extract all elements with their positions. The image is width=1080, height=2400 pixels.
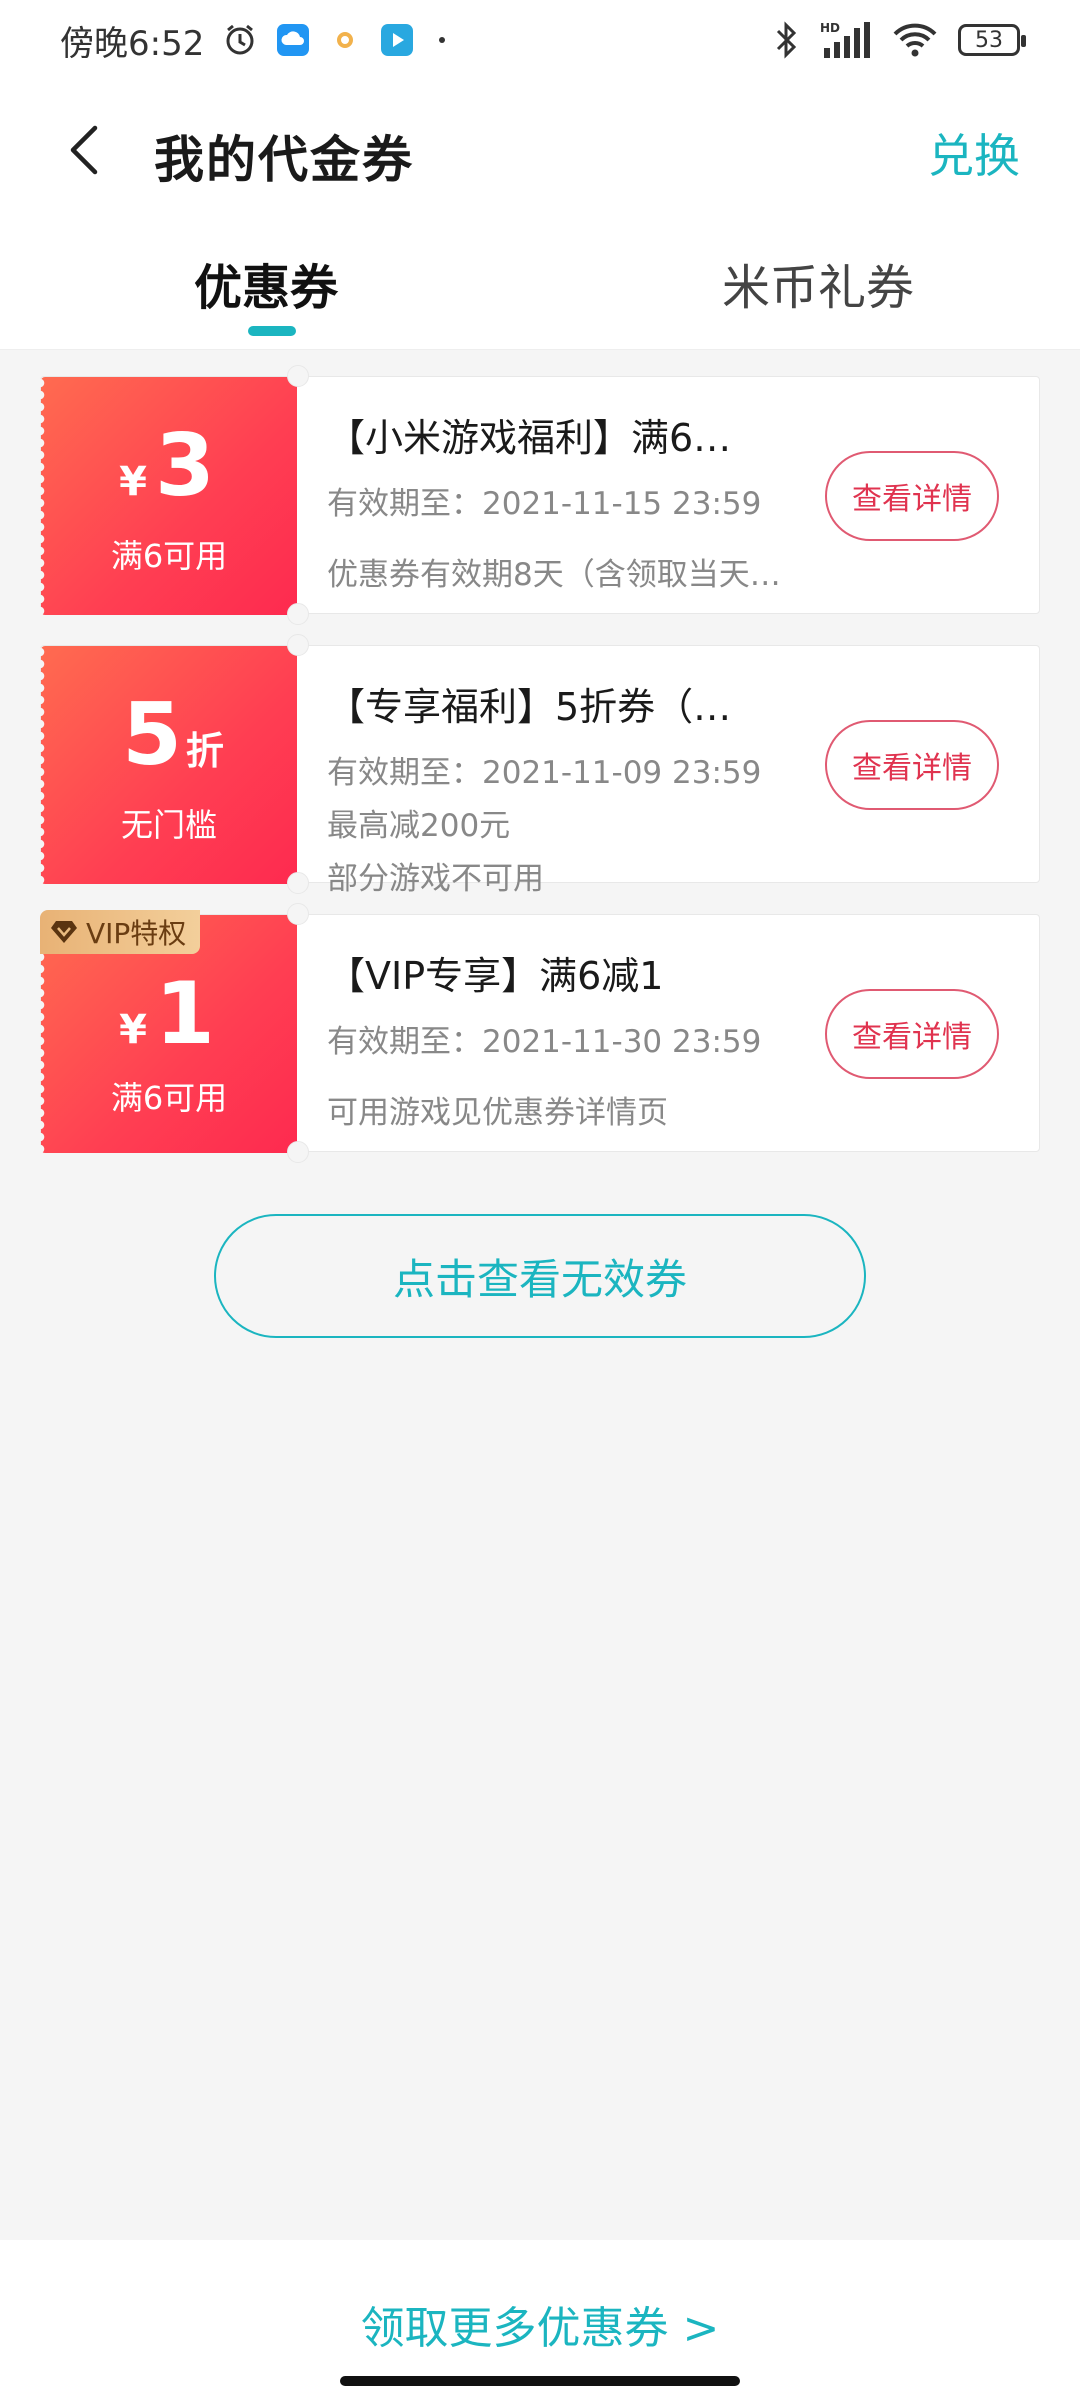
page-title: 我的代金券 [154,131,414,189]
coupon-description: 部分游戏不可用 [327,861,544,897]
coupon-description: 优惠券有效期8天（含领取当天… [327,557,781,593]
coupon-title: 【VIP专享】满6减1 [327,954,664,998]
coupon-currency: ¥ [119,1007,147,1053]
status-bar: 傍晚6:52 HD 53 [0,0,1080,80]
alarm-icon [222,22,258,58]
dot-icon [432,30,452,50]
coupon-condition: 满6可用 [110,537,228,575]
redeem-button[interactable]: 兑换 [928,120,1020,186]
vip-badge-label: VIP特权 [86,917,187,950]
get-more-coupons-link[interactable]: 领取更多优惠券 > [0,2292,1080,2356]
coupon-notch [287,1141,309,1163]
bottom-bar: 领取更多优惠券 > [0,2240,1080,2400]
active-tab-indicator [248,326,296,336]
coupon-value-panel: ¥ 3 满6可用 [40,377,297,615]
coupon-title: 【小米游戏福利】满6… [327,416,732,460]
coupon-amount: 5 [122,685,182,785]
coupon-condition: 无门槛 [120,806,217,844]
ring-icon [328,23,362,57]
battery-icon: 53 [958,24,1026,56]
tab-mibi-gift-coupons[interactable]: 米币礼券 [722,248,914,318]
cloud-icon [276,23,310,57]
view-details-button[interactable]: 查看详情 [825,989,999,1079]
tab-bar: 优惠券 米币礼券 [0,220,1080,350]
network-type-label: HD [820,21,840,35]
coupon-currency: ¥ [119,459,147,505]
tab-coupons[interactable]: 优惠券 [194,248,338,318]
coupon-title: 【专享福利】5折券（… [327,685,732,729]
diamond-icon [51,921,77,943]
coupon-unit: 折 [185,729,224,773]
coupon-notch [287,872,309,894]
app-header: 我的代金券 兑换 [0,80,1080,220]
coupon-notch [287,634,309,656]
coupon-card[interactable]: ¥ 3 满6可用 【小米游戏福利】满6… 有效期至：2021-11-15 23:… [40,365,1040,625]
coupon-expiry: 有效期至：2021-11-15 23:59 [327,486,762,522]
coupon-notch [287,365,309,387]
view-details-button[interactable]: 查看详情 [825,720,999,810]
signal-icon: HD [820,20,872,60]
coupon-amount: 3 [155,416,215,516]
vip-badge: VIP特权 [40,910,201,954]
wifi-icon [892,22,938,58]
coupon-card[interactable]: 5 折 无门槛 【专享福利】5折券（… 有效期至：2021-11-09 23:5… [40,634,1040,897]
coupon-notch [287,903,309,925]
coupon-page: 傍晚6:52 HD 53 我的代金券 兑换 优惠券 米币礼券 ¥ 3 满6可用 … [0,0,1080,2400]
coupon-expiry: 有效期至：2021-11-30 23:59 [327,1024,762,1060]
coupon-description: 可用游戏见优惠券详情页 [327,1095,668,1131]
video-icon [380,23,414,57]
coupon-condition: 满6可用 [110,1079,228,1117]
home-indicator[interactable] [340,2376,740,2386]
coupon-notch [287,603,309,625]
coupon-max-discount: 最高减200元 [327,808,511,844]
chevron-left-icon [70,125,98,175]
status-time: 傍晚6:52 [60,23,205,64]
coupon-amount: 1 [155,964,215,1064]
bluetooth-icon [772,21,800,59]
coupon-expiry: 有效期至：2021-11-09 23:59 [327,755,762,791]
view-details-button[interactable]: 查看详情 [825,451,999,541]
back-button[interactable] [50,110,120,190]
view-invalid-coupons-button[interactable]: 点击查看无效券 [214,1214,866,1338]
coupon-value-panel: 5 折 无门槛 [40,646,297,884]
